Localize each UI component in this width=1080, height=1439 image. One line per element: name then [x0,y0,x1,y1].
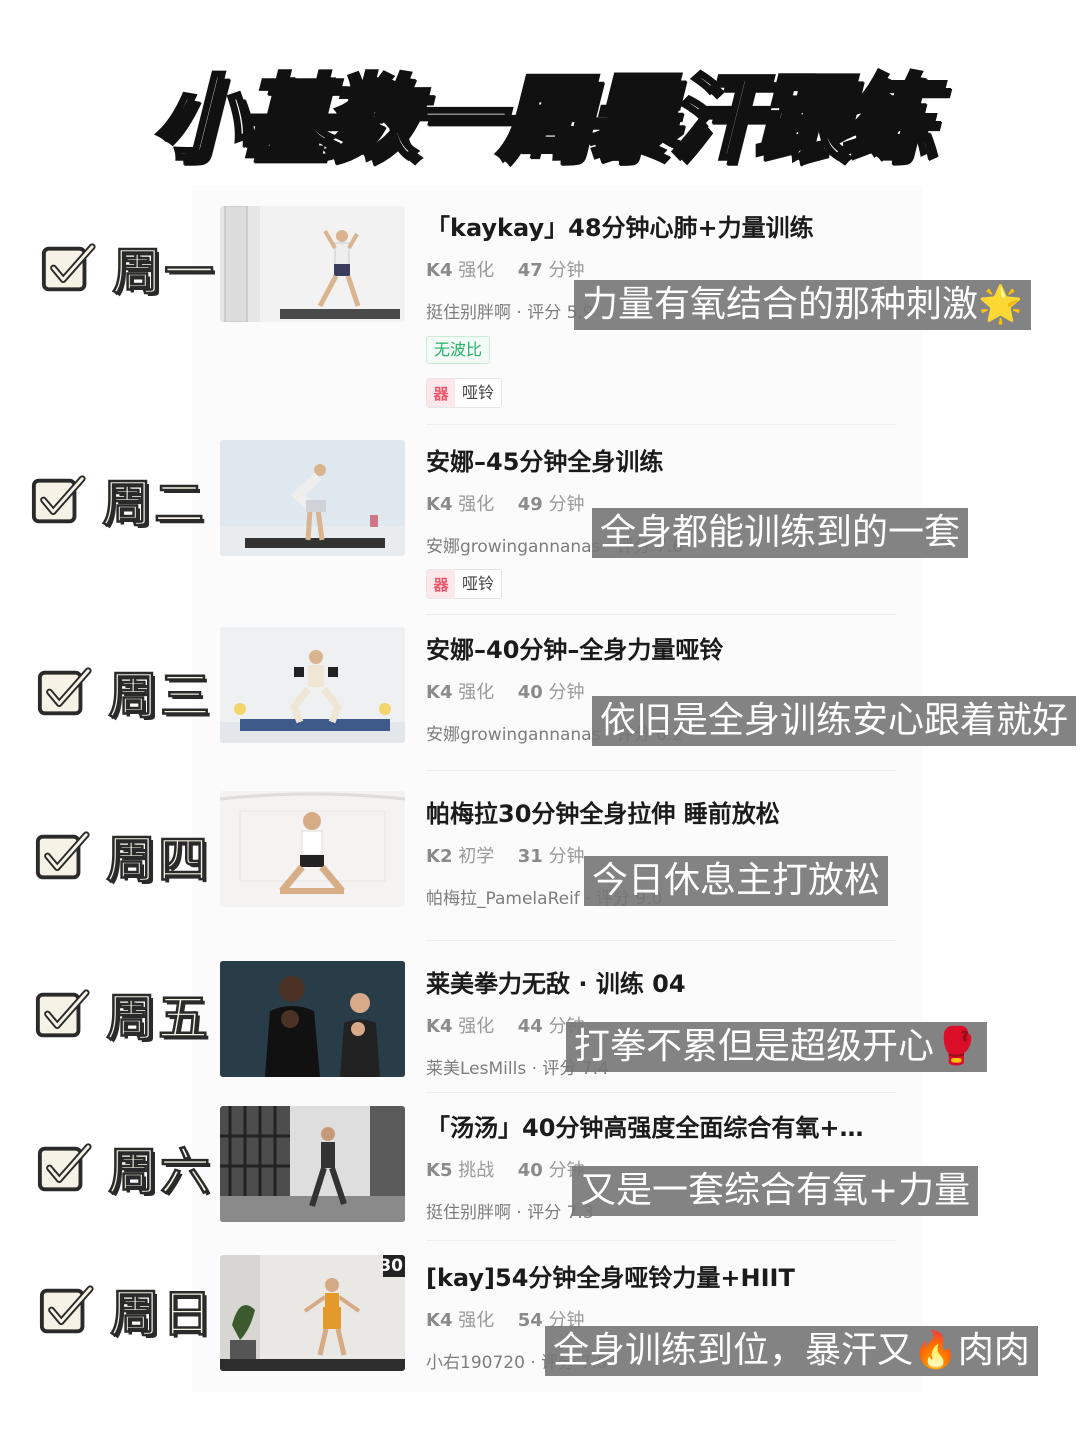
checkbox-icon [39,1285,94,1334]
note-overlay: 力量有氧结合的那种刺激🌟 [574,280,1031,330]
course-thumbnail[interactable] [220,440,405,556]
equipment-icon: 器 [427,570,455,598]
day-label-sunday: 周日 [38,1274,214,1346]
course-thumbnail[interactable] [220,1106,405,1222]
duration: 54 [517,1310,543,1331]
course-title[interactable]: 「汤汤」40分钟高强度全面综合有氧+… [426,1108,864,1143]
course-thumbnail[interactable]: 30 [220,1255,405,1371]
equipment-name: 哑铃 [462,383,495,402]
duration-unit: 分钟 [548,846,585,867]
level: K4 [426,494,453,515]
difficulty: 强化 [458,682,495,703]
checkbox-icon [37,667,92,716]
day-name: 周六 [107,1142,212,1203]
day-name: 周四 [105,830,210,891]
checkbox-icon [37,1143,92,1192]
level: K4 [426,682,453,703]
divider [426,424,896,425]
note-overlay: 又是一套综合有氧+力量 [572,1166,979,1216]
day-label-thursday: 周四 [34,820,210,892]
course-meta: K4 强化 47 分钟 [426,256,584,282]
level: K4 [426,1016,453,1037]
duration: 49 [517,494,543,515]
author-rating[interactable]: 挺住别胖啊 · 评分 5.9 [426,298,594,323]
level: K4 [426,260,453,281]
page-title: 小基数一周暴汗跟练 [151,63,935,174]
course-title[interactable]: 「kaykay」48分钟心肺+力量训练 [426,208,814,243]
checkbox-icon [35,831,90,880]
note-overlay: 依旧是全身训练安心跟着就好 [592,696,1077,746]
divider [426,1092,896,1093]
note-overlay: 打拳不累但是超级开心🥊 [566,1022,987,1072]
tag-no-burpee: 无波比 [426,336,491,364]
equipment-tag: 器 哑铃 [426,378,503,408]
checkbox-icon [41,243,96,292]
day-name: 周三 [107,666,212,727]
day-name: 周日 [109,1284,214,1345]
day-label-wednesday: 周三 [36,656,212,728]
course-meta: K5 挑战 40 分钟 [426,1156,584,1182]
note-overlay: 全身都能训练到的一套 [592,508,969,558]
duration: 31 [517,846,543,867]
divider [426,614,896,615]
course-title[interactable]: 莱美拳力无敌 · 训练 04 [426,964,686,999]
course-thumbnail[interactable] [220,961,405,1077]
course-meta: K4 强化 44 分钟 [426,1012,584,1038]
duration: 40 [517,1160,543,1181]
course-meta: K4 强化 40 分钟 [426,678,584,704]
difficulty: 强化 [458,494,495,515]
difficulty: 强化 [458,1310,495,1331]
course-thumbnail[interactable] [220,206,405,322]
checkbox-icon [35,989,90,1038]
difficulty: 挑战 [458,1160,495,1181]
author-rating[interactable]: 挺住别胖啊 · 评分 7.3 [426,1198,594,1223]
course-meta: K2 初学 31 分钟 [426,842,584,868]
course-thumbnail[interactable] [220,627,405,743]
level: K4 [426,1310,453,1331]
course-title[interactable]: 帕梅拉30分钟全身拉伸 睡前放松 [426,794,780,829]
course-title[interactable]: 安娜–45分钟全身训练 [426,442,663,477]
day-name: 周五 [105,988,210,1049]
checkbox-icon [31,475,86,524]
course-title[interactable]: 安娜–40分钟–全身力量哑铃 [426,630,723,665]
thumbnail-badge: 30 [379,1256,403,1276]
course-title[interactable]: [kay]54分钟全身哑铃力量+HIIT [426,1258,795,1293]
difficulty: 强化 [458,260,495,281]
level: K5 [426,1160,453,1181]
duration: 44 [517,1016,543,1037]
duration: 47 [517,260,543,281]
equipment-icon: 器 [427,379,455,407]
note-overlay: 今日休息主打放松 [584,856,889,906]
day-label-tuesday: 周二 [30,464,206,536]
equipment-tag: 器 哑铃 [426,569,503,599]
divider [426,770,896,771]
course-meta: K4 强化 49 分钟 [426,490,584,516]
divider [426,940,896,941]
divider [426,1240,896,1241]
day-label-saturday: 周六 [36,1132,212,1204]
equipment-name: 哑铃 [462,574,495,593]
duration-unit: 分钟 [548,682,585,703]
level: K2 [426,846,453,867]
duration-unit: 分钟 [548,260,585,281]
difficulty: 强化 [458,1016,495,1037]
duration: 40 [517,682,543,703]
course-thumbnail[interactable] [220,791,405,907]
day-label-friday: 周五 [34,978,210,1050]
difficulty: 初学 [458,846,495,867]
duration-unit: 分钟 [548,494,585,515]
day-name: 周一 [111,242,216,303]
day-label-monday: 周一 [40,232,216,304]
day-name: 周二 [101,474,206,535]
note-overlay: 全身训练到位，暴汗又🔥肉肉 [545,1326,1038,1376]
